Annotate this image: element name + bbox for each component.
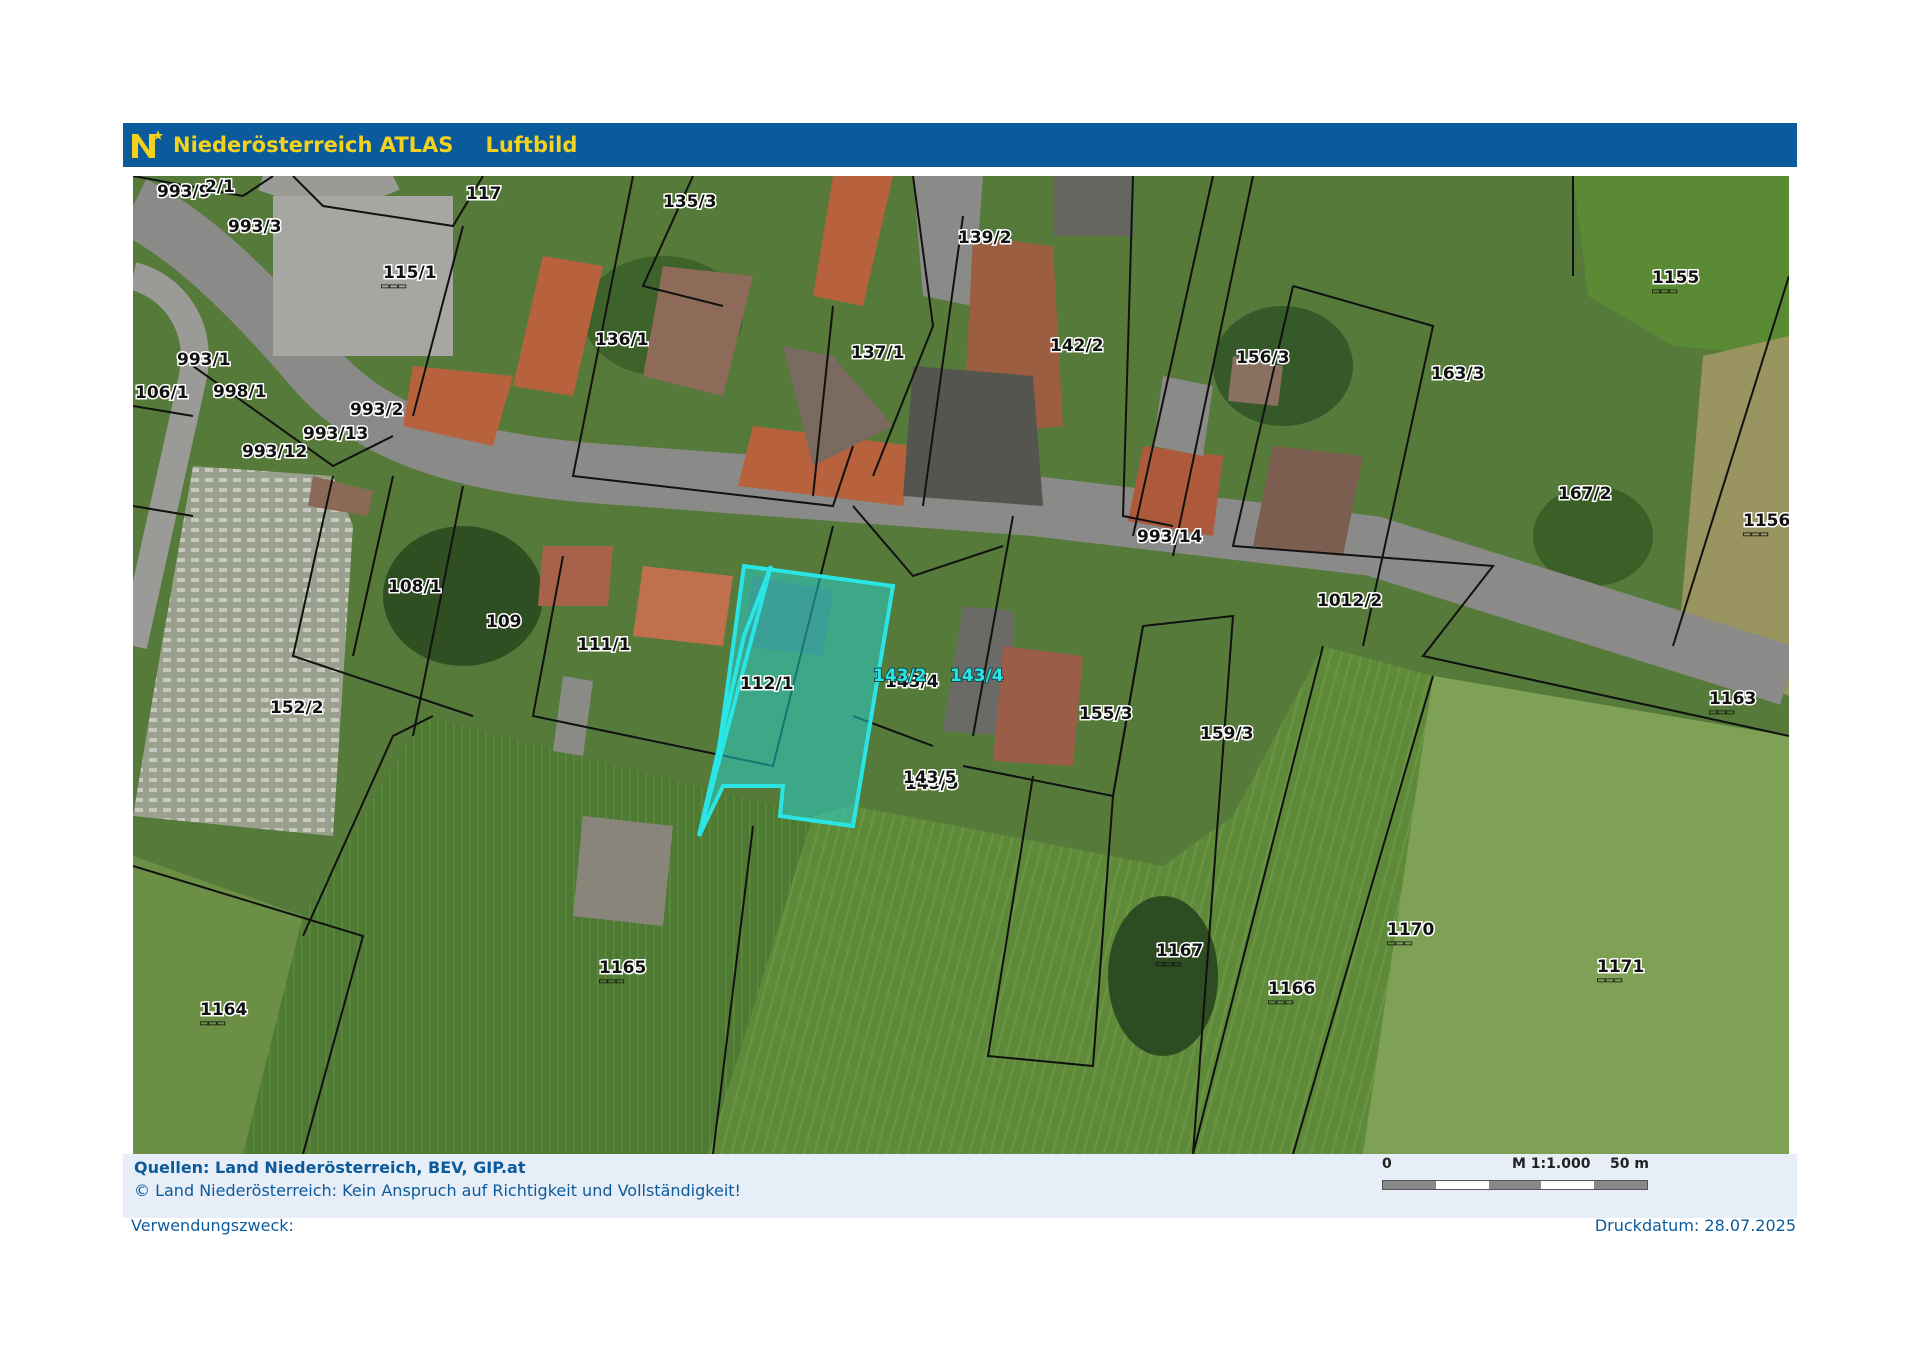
parcel-label: 155/3	[1079, 704, 1133, 724]
noe-logo-icon	[129, 128, 163, 162]
layer-name: Luftbild	[485, 133, 578, 157]
map-canvas: 993/9 2/1 117 135/3 993/3 115/1 139/2 13…	[133, 176, 1789, 1154]
app-title: Niederösterreich ATLAS	[173, 133, 454, 157]
svg-text:▭▭▭: ▭▭▭	[1709, 704, 1735, 720]
parcel-label: 163/3	[1431, 364, 1485, 384]
copyright-text: © Land Niederösterreich: Kein Anspruch a…	[134, 1181, 741, 1200]
scale-end-label: 50 m	[1610, 1156, 1649, 1172]
parcel-label: 167/2	[1558, 484, 1612, 504]
parcel-label: 109	[486, 612, 522, 632]
parcel-label: 111/1	[577, 635, 631, 655]
parcel-label: 143/5	[903, 768, 957, 788]
side-road-north	[258, 176, 400, 206]
parcel-label-highlighted: 143/4	[950, 666, 1004, 686]
svg-text:▭▭▭: ▭▭▭	[381, 278, 407, 294]
parcel-label: 993/2	[350, 400, 404, 420]
svg-text:▭▭▭: ▭▭▭	[1652, 283, 1678, 299]
parcel-label: 993/9	[157, 182, 211, 202]
print-date: Druckdatum: 28.07.2025	[1594, 1216, 1796, 1235]
parcel-label: 1012/2	[1317, 591, 1382, 611]
parcel-label: 159/3	[1200, 724, 1254, 744]
parcel-label: 993/13	[303, 424, 368, 444]
parcel-label: 2/1	[205, 177, 235, 197]
parcel-label: 135/3	[663, 192, 717, 212]
parcel-label: 156/3	[1236, 348, 1290, 368]
parcel-label: 139/2	[958, 228, 1012, 248]
map-footer: Quellen: Land Niederösterreich, BEV, GIP…	[123, 1154, 1797, 1218]
svg-text:▭▭▭: ▭▭▭	[1597, 972, 1623, 988]
field-1171	[1363, 676, 1789, 1154]
parcel-label: 142/2	[1050, 336, 1104, 356]
atlas-header-bar: Niederösterreich ATLAS Luftbild	[123, 123, 1797, 167]
scale-ratio-label: M 1:1.000	[1512, 1156, 1591, 1172]
parcel-label: 106/1	[135, 383, 189, 403]
scale-bar	[1382, 1180, 1648, 1190]
svg-text:▭▭▭: ▭▭▭	[1268, 994, 1294, 1010]
parcel-label: 117	[466, 184, 502, 204]
scale-start-label: 0	[1382, 1156, 1392, 1172]
svg-text:▭▭▭: ▭▭▭	[200, 1015, 226, 1031]
parcel-label: 993/12	[242, 442, 307, 462]
parcel-label: 993/14	[1137, 527, 1203, 547]
parcel-label: 137/1	[851, 343, 905, 363]
parcel-label: 993/1	[177, 350, 231, 370]
purpose-label: Verwendungszweck:	[131, 1216, 294, 1235]
parcel-label: 108/1	[388, 577, 442, 597]
parcel-label: 993/3	[228, 217, 282, 237]
svg-text:▭▭▭: ▭▭▭	[1156, 956, 1182, 972]
parcel-label: 998/1	[213, 382, 267, 402]
aerial-map[interactable]: 993/9 2/1 117 135/3 993/3 115/1 139/2 13…	[133, 176, 1789, 1154]
parcel-label: 112/1	[740, 674, 794, 694]
parcel-label-highlighted: 143/2	[873, 666, 927, 686]
sources-text: Quellen: Land Niederösterreich, BEV, GIP…	[134, 1158, 526, 1177]
svg-text:▭▭▭: ▭▭▭	[1387, 935, 1413, 951]
parcel-label: 152/2	[270, 698, 324, 718]
svg-text:▭▭▭: ▭▭▭	[599, 973, 625, 989]
parcel-label: 136/1	[595, 330, 649, 350]
svg-text:▭▭▭: ▭▭▭	[1743, 526, 1769, 542]
